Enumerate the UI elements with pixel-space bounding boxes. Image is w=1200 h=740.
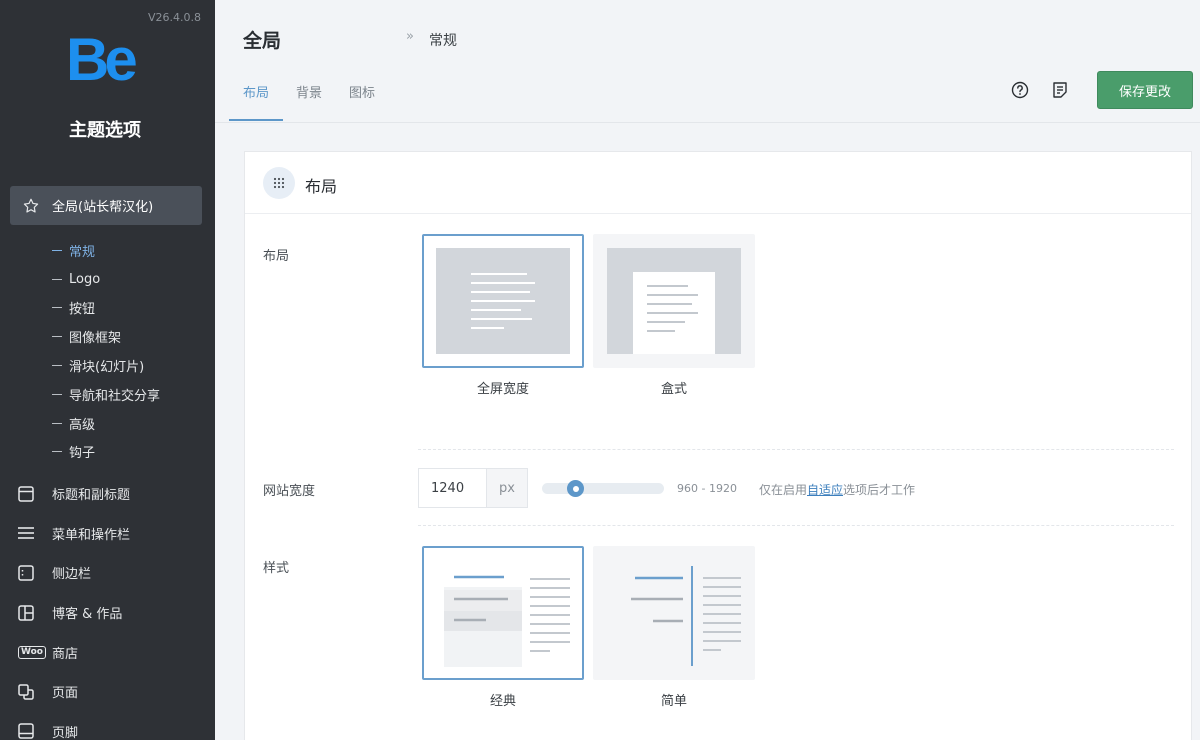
subnav-item-hooks[interactable]: 钩子 <box>52 438 160 467</box>
subnav-item-navigation-share[interactable]: 导航和社交分享 <box>52 380 160 409</box>
breadcrumb-separator: » <box>406 29 414 44</box>
breadcrumb-current: 常规 <box>429 33 457 49</box>
site-width-input[interactable]: 1240 px <box>418 468 528 508</box>
layout-section-card: 布局 布局 全屏宽度 盒式 网站宽度 1240 px 960 - 1920 仅在… <box>244 151 1192 740</box>
star-icon <box>22 197 40 215</box>
sidebar-item-blog[interactable]: 博客 & 作品 <box>18 593 130 633</box>
site-width-label: 网站宽度 <box>263 484 316 499</box>
footer-icon <box>18 721 42 740</box>
responsive-link[interactable]: 自适应 <box>807 483 843 497</box>
site-width-slider-track[interactable] <box>542 483 664 494</box>
row-divider <box>418 449 1174 450</box>
style-option-classic[interactable] <box>422 546 584 680</box>
sidebar-item-shop[interactable]: Woo 商店 <box>18 632 130 672</box>
notes-icon[interactable] <box>1049 79 1071 101</box>
sidebar-item-label: 全局(站长帮汉化) <box>52 200 154 215</box>
sidebar-item-global[interactable]: 全局(站长帮汉化) <box>10 186 202 225</box>
tab-bar: 布局 背景 图标 <box>228 82 402 121</box>
sidebar: V26.4.0.8 Be 主题选项 全局(站长帮汉化) 常规 Logo 按钮 图… <box>0 0 215 740</box>
full-width-preview <box>436 248 570 354</box>
site-width-hint: 仅在启用自适应选项后才工作 <box>759 483 916 497</box>
tab-layout[interactable]: 布局 <box>228 82 284 121</box>
woo-icon: Woo <box>18 642 46 662</box>
page-title: 全局 <box>243 30 282 52</box>
grid-dots-icon <box>263 167 295 199</box>
subnav-item-buttons[interactable]: 按钮 <box>52 294 160 323</box>
site-width-unit: px <box>486 469 527 507</box>
sidebar-mainnav: 标题和副标题 菜单和操作栏 侧边栏 博客 & 作品 Woo 商店 页面 页脚 <box>18 474 130 740</box>
classic-preview <box>444 567 572 667</box>
tab-icons[interactable]: 图标 <box>349 82 375 120</box>
boxed-preview <box>607 248 741 354</box>
be-logo: Be <box>66 26 138 93</box>
help-icon[interactable] <box>1009 79 1031 101</box>
layout-label: 布局 <box>263 249 290 264</box>
blog-icon <box>18 603 42 623</box>
layout-option-label: 全屏宽度 <box>476 382 529 397</box>
sidebar-item-pages[interactable]: 页面 <box>18 672 130 712</box>
tab-background[interactable]: 背景 <box>296 82 322 120</box>
row-divider <box>418 525 1174 526</box>
style-option-label: 经典 <box>489 694 516 709</box>
sidebar-item-menu[interactable]: 菜单和操作栏 <box>18 514 130 554</box>
subnav-item-sliders[interactable]: 滑块(幻灯片) <box>52 351 160 380</box>
version-label: V26.4.0.8 <box>147 11 201 24</box>
subnav-item-general[interactable]: 常规 <box>52 236 160 265</box>
style-label: 样式 <box>263 561 290 576</box>
sidebar-icon <box>18 563 42 583</box>
sidebar-item-sidebars[interactable]: 侧边栏 <box>18 553 130 593</box>
subnav-item-image-frames[interactable]: 图像框架 <box>52 322 160 351</box>
layout-option-label: 盒式 <box>660 382 687 397</box>
style-option-label: 简单 <box>660 694 687 709</box>
sidebar-item-header[interactable]: 标题和副标题 <box>18 474 130 514</box>
pages-icon <box>18 682 42 702</box>
site-width-value[interactable]: 1240 <box>419 469 486 507</box>
header-icon <box>18 484 42 504</box>
section-header: 布局 <box>245 152 1191 214</box>
site-width-range: 960 - 1920 <box>677 482 737 495</box>
page-header: 全局 » 常规 布局 背景 图标 保存更改 <box>215 0 1200 123</box>
simple-preview <box>631 566 741 666</box>
sidebar-title: 主题选项 <box>69 120 141 141</box>
layout-option-boxed[interactable] <box>593 234 755 368</box>
site-width-slider-handle[interactable] <box>567 480 584 497</box>
subnav-item-logo[interactable]: Logo <box>52 265 160 294</box>
subnav-item-advanced[interactable]: 高级 <box>52 409 160 438</box>
layout-option-full-width[interactable] <box>422 234 584 368</box>
sidebar-item-footer[interactable]: 页脚 <box>18 712 130 740</box>
menu-icon <box>18 523 42 543</box>
style-option-simple[interactable] <box>593 546 755 680</box>
save-button[interactable]: 保存更改 <box>1097 71 1193 109</box>
section-title: 布局 <box>305 177 338 196</box>
sidebar-subnav: 常规 Logo 按钮 图像框架 滑块(幻灯片) 导航和社交分享 高级 钩子 <box>52 236 160 466</box>
